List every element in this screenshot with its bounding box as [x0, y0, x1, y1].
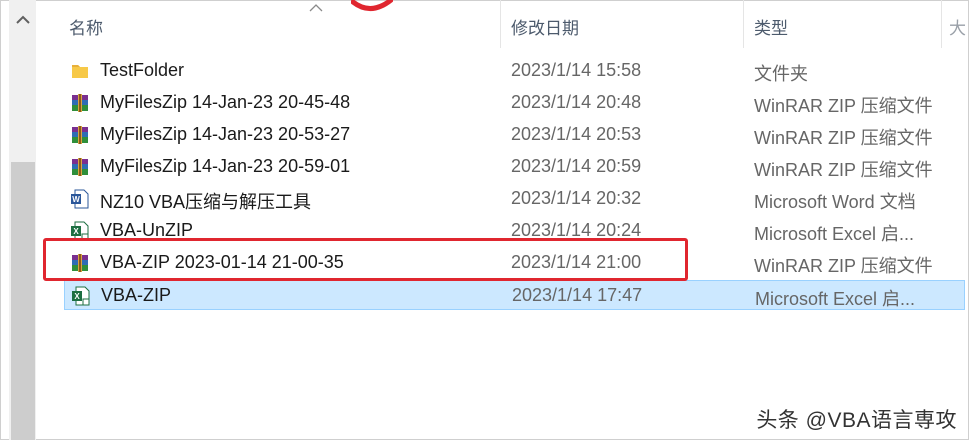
file-row[interactable]: W NZ10 VBA压缩与解压工具 2023/1/14 20:32 Microsoft…: [64, 184, 965, 214]
vertical-scrollbar[interactable]: [9, 0, 36, 440]
file-modified-date: 2023/1/14 15:58: [511, 60, 642, 80]
column-header-type[interactable]: 类型: [754, 14, 788, 39]
file-type: WinRAR ZIP 压缩文件: [754, 160, 933, 180]
file-modified-date: 2023/1/14 20:48: [511, 92, 642, 112]
svg-text:W: W: [72, 195, 80, 204]
column-divider[interactable]: [743, 0, 744, 48]
file-name: MyFilesZip 14-Jan-23 20-53-27: [100, 124, 351, 144]
file-type: Microsoft Excel 启...: [754, 224, 915, 244]
svg-text:X: X: [73, 227, 79, 236]
file-name: VBA-ZIP: [101, 285, 172, 305]
file-name: MyFilesZip 14-Jan-23 20-45-48: [100, 92, 351, 112]
folder-icon: [70, 61, 90, 81]
sort-ascending-icon: [309, 4, 323, 12]
winrar-zip-icon: [70, 125, 90, 145]
scroll-up-button[interactable]: [9, 8, 36, 32]
file-name: NZ10 VBA压缩与解压工具: [100, 192, 312, 212]
file-row[interactable]: MyFilesZip 14-Jan-23 20-59-01 2023/1/14 2…: [64, 152, 965, 182]
word-doc-icon: W: [70, 189, 90, 209]
file-modified-date: 2023/1/14 20:59: [511, 156, 642, 176]
file-type: 文件夹: [754, 64, 808, 84]
red-highlight-box: [43, 238, 688, 281]
red-annotation-stroke: [351, 0, 393, 11]
file-modified-date: 2023/1/14 20:53: [511, 124, 642, 144]
file-row[interactable]: TestFolder 2023/1/14 15:58 文件夹: [64, 56, 965, 86]
winrar-zip-icon: [70, 93, 90, 113]
column-divider[interactable]: [941, 0, 942, 48]
file-type: Microsoft Excel 启...: [755, 289, 916, 309]
svg-text:X: X: [74, 292, 80, 301]
file-type: WinRAR ZIP 压缩文件: [754, 256, 933, 276]
excel-macro-icon: X: [71, 286, 91, 306]
file-modified-date: 2023/1/14 20:32: [511, 188, 642, 208]
watermark: 头条 @VBA语言専攻: [756, 409, 957, 432]
column-header-more[interactable]: 大: [949, 14, 966, 39]
file-name: TestFolder: [100, 60, 185, 80]
file-modified-date: 2023/1/14 17:47: [512, 285, 643, 305]
column-header-name[interactable]: 名称: [69, 14, 103, 39]
column-divider[interactable]: [500, 0, 501, 48]
column-header-date[interactable]: 修改日期: [511, 14, 579, 39]
winrar-zip-icon: [70, 157, 90, 177]
scrollbar-thumb[interactable]: [11, 162, 35, 440]
column-header: 名称 修改日期 类型 大: [36, 0, 969, 52]
file-row[interactable]: MyFilesZip 14-Jan-23 20-53-27 2023/1/14 2…: [64, 120, 965, 150]
file-row[interactable]: X VBA-ZIP 2023/1/14 17:47 Microsoft Excel 启…: [64, 280, 965, 310]
file-type: WinRAR ZIP 压缩文件: [754, 128, 933, 148]
file-type: Microsoft Word 文档: [754, 192, 916, 212]
file-row[interactable]: MyFilesZip 14-Jan-23 20-45-48 2023/1/14 2…: [64, 88, 965, 118]
chevron-up-icon: [15, 15, 30, 24]
file-name: MyFilesZip 14-Jan-23 20-59-01: [100, 156, 351, 176]
file-type: WinRAR ZIP 压缩文件: [754, 96, 933, 116]
